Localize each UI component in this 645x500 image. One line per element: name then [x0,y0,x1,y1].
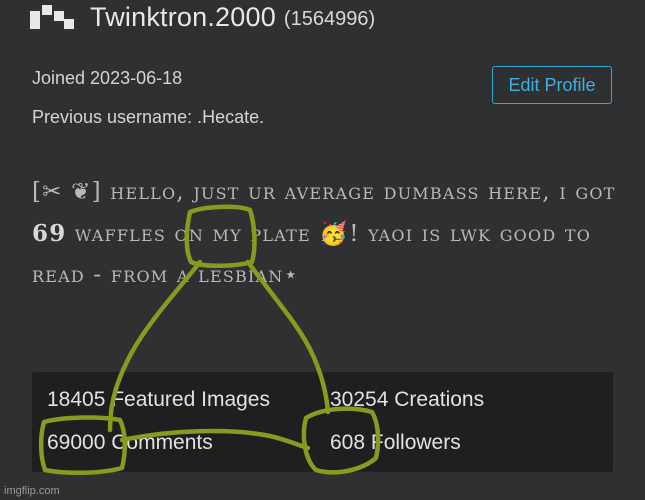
stat-featured-images[interactable]: 18405 Featured Images [47,388,270,412]
stats-panel: 18405 Featured Images 30254 Creations 69… [32,372,613,472]
previous-username: Previous username: .Hecate. [32,107,265,127]
profile-bio: [✂ ❦] HELLO, JUST UR AVERAGE DUMBASS HER… [32,172,627,296]
party-emoji: 🥳 [319,221,350,247]
joined-date: Joined 2023-06-18 [32,68,183,88]
stat-comments[interactable]: 69000 Comments [47,431,213,455]
profile-header: Twinktron.2000 (1564996) [30,2,375,32]
avatar[interactable] [30,5,74,29]
imgflip-watermark: imgflip.com [4,485,60,497]
bio-text-start: [✂ ❦] HELLO, JUST UR AVERAGE DUMBASS HER… [32,179,616,205]
user-id: (1564996) [283,7,376,30]
username: Twinktron.2000 [90,1,276,32]
star-glyph: ⋆ [283,262,300,288]
bio-number: 69 [32,220,67,247]
bio-text-middle: WAFFLES ON MY PLATE [66,221,320,247]
edit-profile-button[interactable]: Edit Profile [492,66,612,104]
stat-creations[interactable]: 30254 Creations [330,388,484,412]
stat-followers[interactable]: 608 Followers [330,431,461,455]
